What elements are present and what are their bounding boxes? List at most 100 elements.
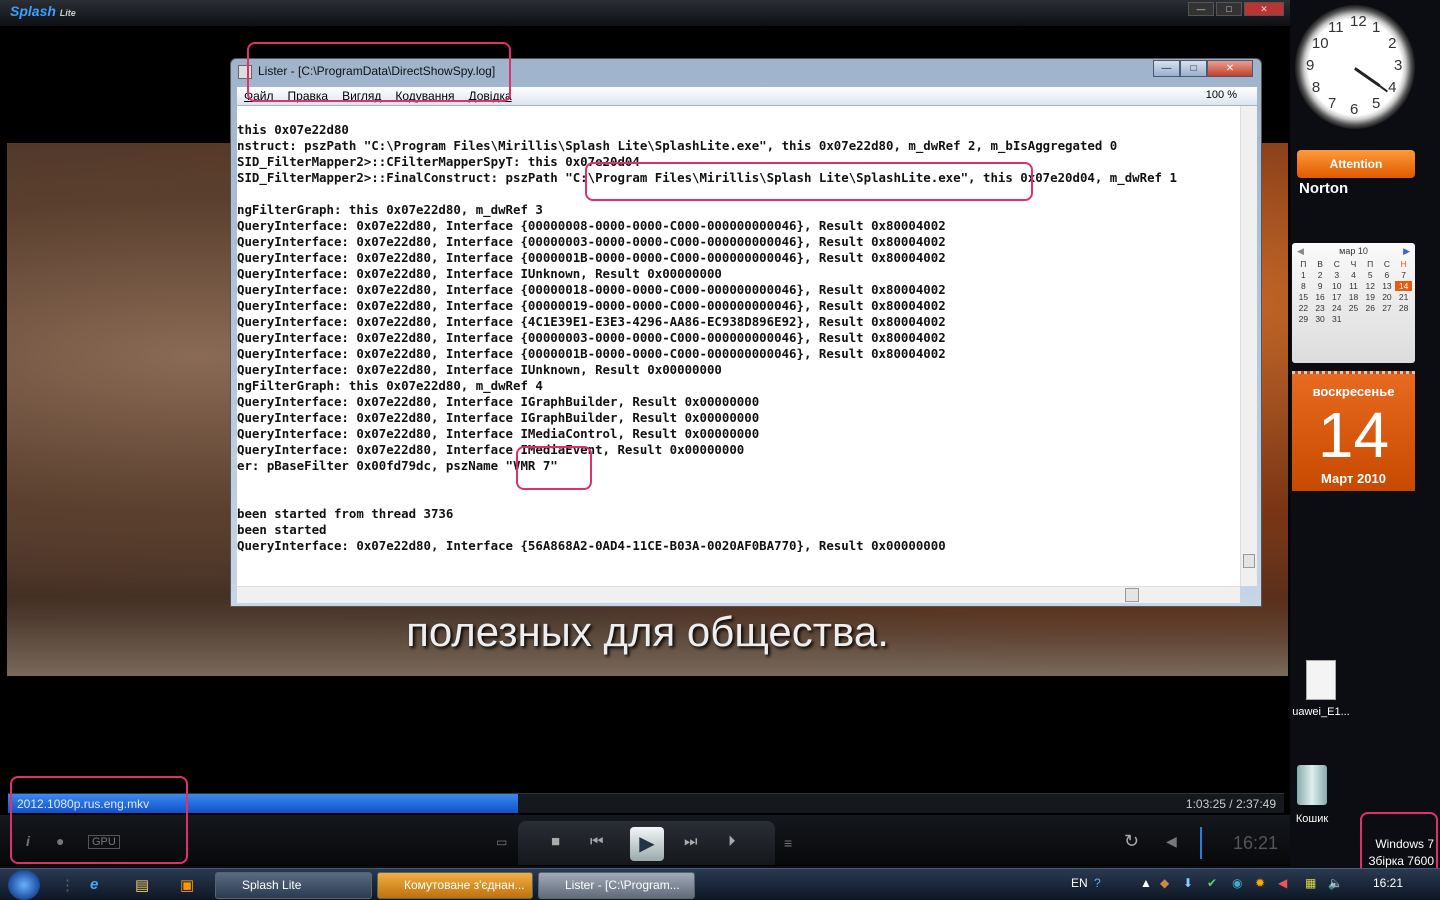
weekday-header: С bbox=[1383, 259, 1390, 269]
show-hidden-icons[interactable]: ▲ bbox=[1140, 876, 1152, 890]
repeat-icon[interactable]: ↻ bbox=[1124, 831, 1139, 852]
annotation-box bbox=[516, 446, 592, 490]
next-icon[interactable]: ⏭ bbox=[684, 833, 698, 850]
norton-gadget[interactable]: Attention Norton bbox=[1297, 150, 1415, 202]
calendar-day-cell[interactable]: 9 bbox=[1312, 281, 1329, 291]
explorer-icon[interactable]: ▤ bbox=[135, 876, 149, 894]
taskbar-clock[interactable]: 16:21 bbox=[1373, 876, 1403, 890]
calendar-day-cell[interactable]: 26 bbox=[1362, 303, 1379, 313]
desktop-icon-recycle-bin[interactable]: Кошик bbox=[1290, 765, 1334, 825]
calendar-day-cell[interactable]: 7 bbox=[1395, 270, 1412, 280]
log-line: ngFilterGraph: this 0x07e22d80, m_dwRef … bbox=[237, 202, 543, 217]
log-line: nstruct: pszPath "C:\Program Files\Miril… bbox=[237, 138, 1118, 153]
calendar-day-cell[interactable]: 8 bbox=[1295, 281, 1312, 291]
calendar-day-cell[interactable]: 12 bbox=[1362, 281, 1379, 291]
tray-app-icon[interactable]: ◆ bbox=[1160, 876, 1169, 890]
calendar-day-cell[interactable]: 13 bbox=[1379, 281, 1396, 291]
sun-icon[interactable]: ✹ bbox=[1255, 876, 1265, 890]
minimize-button[interactable]: — bbox=[1153, 60, 1180, 77]
calendar-day-cell[interactable]: 16 bbox=[1312, 292, 1329, 302]
log-line: been started from thread 3736 bbox=[237, 506, 454, 521]
annotation-box bbox=[247, 42, 511, 102]
weekday-header: П bbox=[1367, 259, 1374, 269]
gadget-sidebar: 12 1 2 3 4 5 6 7 8 9 10 11 Attention Norton ◀ мар 10… bbox=[1290, 0, 1440, 868]
prev-month-icon[interactable]: ◀ bbox=[1297, 246, 1304, 257]
maximize-button[interactable]: □ bbox=[1216, 2, 1242, 16]
security-icon[interactable]: ✔ bbox=[1207, 876, 1217, 890]
calendar-day-cell[interactable]: 25 bbox=[1345, 303, 1362, 313]
previous-icon[interactable]: ⏮ bbox=[590, 833, 604, 850]
annotation-box bbox=[585, 162, 1033, 201]
stop-icon[interactable]: ■ bbox=[551, 833, 560, 850]
clock-number: 4 bbox=[1388, 79, 1397, 96]
calendar-day-cell[interactable]: 27 bbox=[1379, 303, 1396, 313]
calendar-day-cell[interactable]: 30 bbox=[1312, 314, 1329, 324]
clock-number: 9 bbox=[1306, 57, 1315, 74]
tray-arrow-icon[interactable]: ◀ bbox=[1278, 876, 1287, 890]
log-line: QueryInterface: 0x07e22d80, Interface IG… bbox=[237, 410, 760, 425]
calendar-day-cell[interactable]: 19 bbox=[1362, 292, 1379, 302]
minimize-button[interactable]: — bbox=[1188, 2, 1214, 16]
calendar-day-cell[interactable]: 2 bbox=[1312, 270, 1329, 280]
horizontal-scrollbar[interactable] bbox=[237, 586, 1240, 603]
language-indicator[interactable]: EN bbox=[1071, 876, 1088, 890]
calendar-day-cell[interactable]: 15 bbox=[1295, 292, 1312, 302]
close-button[interactable]: ✕ bbox=[1244, 2, 1284, 16]
calendar-day-cell[interactable]: 23 bbox=[1312, 303, 1329, 313]
taskbar-lister[interactable]: Lister - [C:\Program... bbox=[538, 872, 695, 899]
volume-icon[interactable]: ◀ bbox=[1166, 833, 1177, 850]
volume-slider[interactable] bbox=[1200, 827, 1202, 859]
media-player-icon[interactable]: ▣ bbox=[180, 876, 194, 894]
taskbar-splash-lite[interactable]: Splash Lite bbox=[215, 872, 372, 899]
calendar-day-cell[interactable]: 11 bbox=[1345, 281, 1362, 291]
windows-watermark: Windows 7 Збірка 7600 bbox=[1368, 837, 1434, 868]
show-desktop-icon[interactable]: ⋮ bbox=[60, 876, 75, 894]
log-line: QueryInterface: 0x07e22d80, Interface {0… bbox=[237, 346, 946, 361]
network-icon[interactable]: ▦ bbox=[1305, 876, 1316, 890]
calendar-day-cell[interactable]: 1 bbox=[1295, 270, 1312, 280]
screenshot-icon[interactable]: ▭ bbox=[496, 835, 507, 849]
weekday-header: С bbox=[1333, 259, 1340, 269]
calendar-day-cell[interactable]: 5 bbox=[1362, 270, 1379, 280]
calendar-day-cell[interactable]: 28 bbox=[1395, 303, 1412, 313]
calendar-day-cell[interactable]: 3 bbox=[1328, 270, 1345, 280]
calendar-day-cell[interactable]: 31 bbox=[1328, 314, 1345, 324]
log-line: QueryInterface: 0x07e22d80, Interface {0… bbox=[237, 298, 946, 313]
volume-icon[interactable]: 🔈 bbox=[1328, 876, 1343, 890]
desktop-icon-file[interactable]: uawei_E1... bbox=[1290, 660, 1352, 718]
network-globe-icon[interactable]: ◉ bbox=[1232, 876, 1242, 890]
player-controls: i ● GPU ▭ ■ ⏮ ▶ ⏭ ⏵ ≡ ↻ ◀ 16:21 bbox=[0, 815, 1290, 865]
log-line: QueryInterface: 0x07e22d80, Interface IM… bbox=[237, 426, 760, 441]
clock-number: 6 bbox=[1350, 101, 1359, 118]
play-button[interactable]: ▶ bbox=[630, 827, 664, 861]
calendar-day-cell[interactable]: 14 bbox=[1395, 281, 1412, 291]
calendar-day-cell[interactable]: 18 bbox=[1345, 292, 1362, 302]
log-line: QueryInterface: 0x07e22d80, Interface IM… bbox=[237, 442, 745, 457]
vertical-scrollbar[interactable] bbox=[1240, 106, 1257, 586]
seek-bar[interactable]: 2012.1080p.rus.eng.mkv 1:03:25 / 2:37:49 bbox=[8, 793, 1284, 813]
calendar-day: 14 bbox=[1317, 399, 1390, 471]
calendar-day-cell[interactable]: 24 bbox=[1328, 303, 1345, 313]
log-line: ngFilterGraph: this 0x07e22d80, m_dwRef … bbox=[237, 378, 543, 393]
maximize-button[interactable]: □ bbox=[1180, 60, 1207, 77]
help-icon[interactable]: ? bbox=[1094, 876, 1101, 890]
zoom-level: 100 % bbox=[1205, 89, 1237, 101]
calendar-day-cell[interactable]: 10 bbox=[1328, 281, 1345, 291]
calendar-day-cell[interactable]: 20 bbox=[1379, 292, 1396, 302]
norton-attention-button[interactable]: Attention bbox=[1297, 150, 1415, 178]
calendar-day-cell[interactable]: 22 bbox=[1295, 303, 1312, 313]
download-icon[interactable]: ⬇ bbox=[1183, 876, 1193, 890]
playlist-icon[interactable]: ≡ bbox=[784, 835, 792, 851]
next-month-icon[interactable]: ▶ bbox=[1403, 246, 1410, 257]
calendar-day-cell[interactable]: 4 bbox=[1345, 270, 1362, 280]
start-button[interactable] bbox=[8, 870, 40, 900]
calendar-gadget[interactable]: ◀ мар 10 ▶ П В С Ч П С Н 1 2 3 4 5 6 7 8 9 10 11 12 13 14 15 16 1… bbox=[1292, 243, 1415, 499]
calendar-day-cell[interactable]: 29 bbox=[1295, 314, 1312, 324]
calendar-day-cell[interactable]: 17 bbox=[1328, 292, 1345, 302]
internet-explorer-icon[interactable]: e bbox=[90, 876, 98, 893]
calendar-day-cell[interactable]: 21 bbox=[1395, 292, 1412, 302]
calendar-day-cell[interactable]: 6 bbox=[1379, 270, 1396, 280]
close-button[interactable]: ✕ bbox=[1207, 60, 1253, 77]
taskbar-dialup-connection[interactable]: Комутоване з'єднан... bbox=[377, 872, 533, 899]
frame-step-icon[interactable]: ⏵ bbox=[728, 833, 736, 850]
